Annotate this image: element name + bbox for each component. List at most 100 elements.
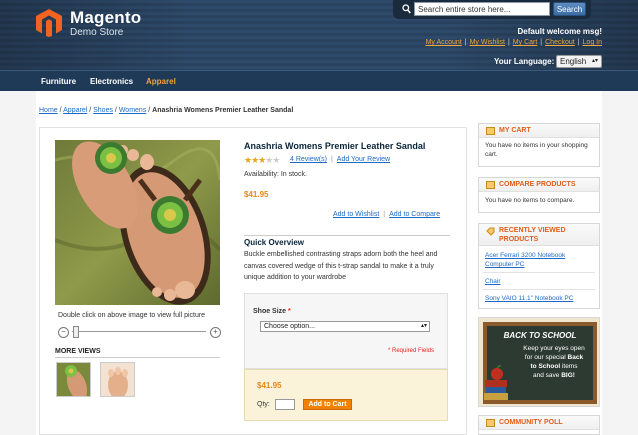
rating-stars: ★★★★★ [244, 155, 280, 166]
main-nav: Furniture Electronics Apparel [0, 70, 638, 92]
separator: | [577, 39, 580, 46]
add-to-cart-button[interactable]: Add to Cart [303, 399, 352, 410]
more-views-heading: MORE VIEWS [55, 348, 220, 358]
search-button[interactable]: Search [553, 2, 586, 16]
divider [483, 289, 595, 290]
poll-icon [486, 419, 495, 429]
breadcrumb-apparel[interactable]: Apparel [63, 107, 87, 114]
thumbnail-2[interactable] [100, 362, 135, 397]
site-header: Magento Demo Store Search Default welcom… [0, 0, 638, 70]
cart-icon [486, 127, 495, 137]
breadcrumb: Home / Apparel / Shoes / Womens / Anashr… [39, 107, 294, 114]
recently-viewed-block: RECENTLY VIEWED PRODUCTS Acer Ferrari 32… [478, 223, 600, 309]
select-arrows-icon: ▴▾ [420, 323, 427, 329]
community-poll-title: COMMUNITY POLL [499, 419, 563, 426]
select-arrows-icon: ▴▾ [591, 58, 598, 64]
banner-line-2: for our special Back [511, 354, 597, 361]
separator: | [383, 211, 386, 218]
banner-line-2a: for our special [524, 354, 566, 361]
product-image[interactable] [55, 140, 220, 305]
cart-price: $41.95 [257, 381, 282, 390]
compare-text: You have no items to compare. [485, 197, 575, 204]
shoe-size-select-value: Choose option... [264, 323, 315, 330]
banner-line-4a: and save [533, 372, 560, 379]
banner-line-3a: to School [530, 363, 561, 370]
my-wishlist-link[interactable]: My Wishlist [470, 39, 505, 46]
required-mark: * [288, 308, 291, 315]
banner-line-1: Keep your eyes open [523, 345, 585, 352]
log-in-link[interactable]: Log In [583, 39, 602, 46]
zoom-out-icon[interactable]: − [58, 327, 69, 338]
reviews-count-link[interactable]: 4 Review(s) [290, 156, 327, 163]
back-to-school-banner[interactable]: BACK TO SCHOOL Keep your eyes open for o… [478, 317, 600, 407]
reviews-links: 4 Review(s) | Add Your Review [290, 156, 390, 163]
banner-line-3b: items [561, 363, 578, 370]
separator: | [507, 39, 510, 46]
separator: | [540, 39, 543, 46]
recently-viewed-title: RECENTLY VIEWED PRODUCTS [499, 227, 566, 243]
my-cart-title: MY CART [499, 127, 531, 134]
recently-viewed-item[interactable]: Sony VAIO 11.1" Notebook PC [485, 294, 573, 303]
logo-subtitle: Demo Store [70, 27, 124, 38]
qty-input[interactable] [275, 399, 295, 410]
required-fields-note: * Required Fields [388, 348, 435, 354]
logo-title[interactable]: Magento [70, 8, 141, 28]
quick-overview-text: Buckle embellished contrasting straps ad… [244, 251, 438, 281]
availability-status: Availability: In stock. [244, 171, 307, 178]
banner-line-4b: BIG! [561, 372, 575, 379]
language-label: Your Language: [494, 57, 555, 66]
page-background: Home / Apparel / Shoes / Womens / Anashr… [0, 91, 638, 435]
add-review-link[interactable]: Add Your Review [337, 156, 390, 163]
thumbnail-1[interactable] [56, 362, 91, 397]
qty-label: Qty: [257, 401, 270, 408]
zoom-in-icon[interactable]: + [210, 327, 221, 338]
shoe-size-label: Shoe Size * [253, 308, 291, 315]
breadcrumb-womens[interactable]: Womens [119, 107, 147, 114]
search-input[interactable] [414, 2, 550, 16]
language-value: English [560, 57, 587, 66]
welcome-message: Default welcome msg! [517, 27, 602, 36]
product-price: $41.95 [244, 190, 269, 199]
shoe-size-select[interactable]: Choose option... ▴▾ [260, 321, 430, 332]
back-to-school-title: BACK TO SCHOOL [503, 331, 577, 340]
add-to-cart-box [244, 369, 448, 421]
shoe-size-label-text: Shoe Size [253, 308, 287, 315]
add-to-compare-link[interactable]: Add to Compare [389, 211, 440, 218]
nav-item-furniture[interactable]: Furniture [41, 77, 76, 86]
compare-icon [486, 181, 495, 191]
checkout-link[interactable]: Checkout [545, 39, 575, 46]
divider [483, 272, 595, 273]
wishlist-compare-links: Add to Wishlist | Add to Compare [333, 211, 440, 218]
recently-viewed-icon [486, 227, 495, 238]
zoom-slider-handle[interactable] [73, 326, 79, 338]
block-header [479, 124, 599, 138]
star-empty-icon: ★ [272, 155, 280, 165]
main-content: Home / Apparel / Shoes / Womens / Anashr… [36, 91, 602, 435]
add-to-wishlist-link[interactable]: Add to Wishlist [333, 211, 379, 218]
language-select[interactable]: English ▴▾ [556, 55, 602, 68]
my-cart-block: MY CART You have no items in your shoppi… [478, 123, 600, 167]
breadcrumb-shoes[interactable]: Shoes [93, 107, 113, 114]
quick-overview-title: Quick Overview [244, 235, 450, 247]
banner-line-2b: Back [567, 354, 584, 361]
breadcrumb-home[interactable]: Home [39, 107, 58, 114]
search-icon [402, 4, 411, 16]
zoom-slider-track[interactable] [72, 331, 206, 332]
community-poll-block: COMMUNITY POLL [478, 415, 600, 435]
breadcrumb-current: Anashria Womens Premier Leather Sandal [152, 107, 294, 114]
recently-viewed-item[interactable]: Acer Ferrari 3200 Notebook Computer PC [485, 251, 581, 269]
separator: | [464, 39, 467, 46]
banner-line-4: and save BIG! [511, 372, 597, 379]
account-links: My Account | My Wishlist | My Cart | Checkout |… [426, 39, 602, 46]
my-cart-text: You have no items in your shopping cart. [485, 142, 588, 158]
my-cart-link[interactable]: My Cart [513, 39, 538, 46]
compare-products-block: COMPARE PRODUCTS You have no items to co… [478, 177, 600, 213]
my-account-link[interactable]: My Account [426, 39, 462, 46]
magento-logo-icon[interactable] [36, 9, 62, 37]
product-name: Anashria Womens Premier Leather Sandal [244, 141, 426, 151]
recently-viewed-item[interactable]: Chair [485, 277, 501, 286]
nav-item-electronics[interactable]: Electronics [90, 77, 133, 86]
nav-item-apparel[interactable]: Apparel [146, 77, 176, 86]
image-caption: Double click on above image to view full… [58, 312, 206, 319]
separator: | [330, 156, 333, 163]
